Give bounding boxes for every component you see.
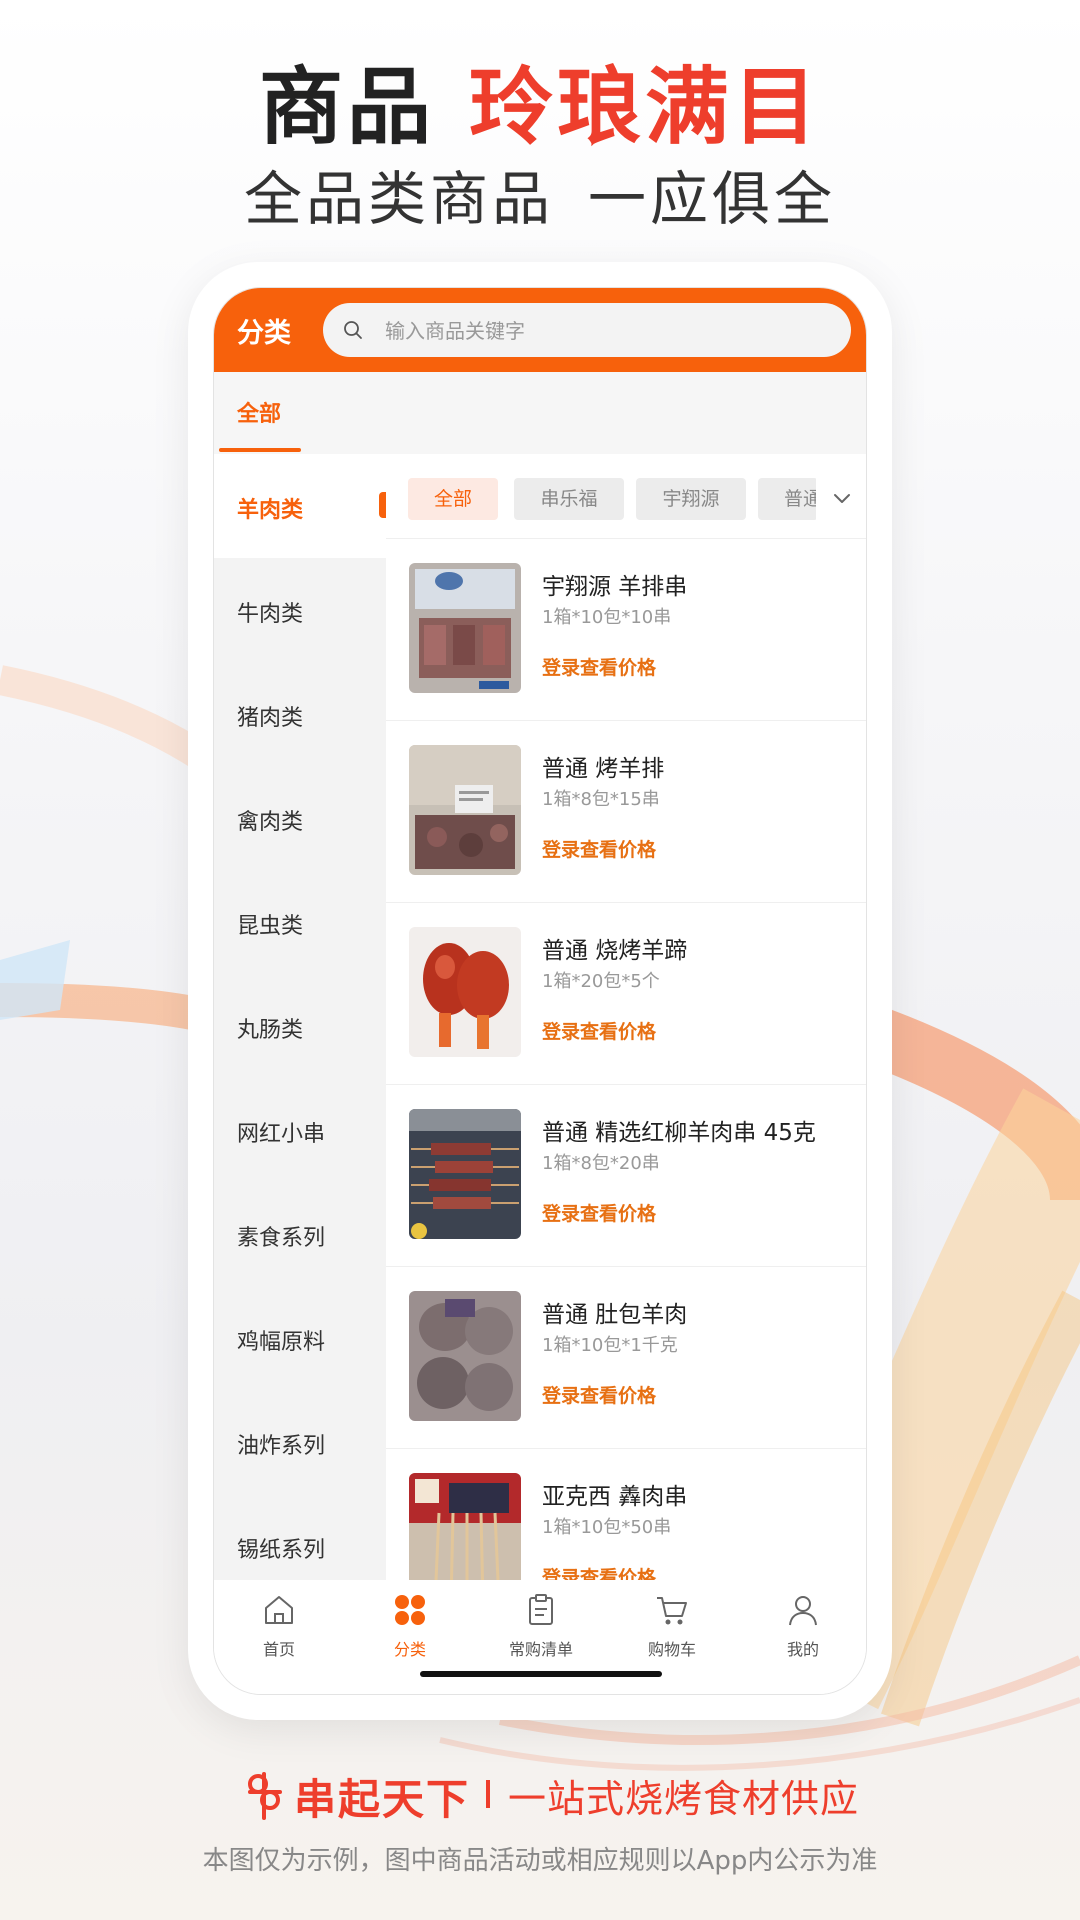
- app-header: 分类: [214, 288, 866, 372]
- category-tabs: 全部: [214, 372, 866, 454]
- promo-subline: 全品类商品 一应俱全: [0, 152, 1080, 236]
- home-icon: [265, 1596, 293, 1624]
- subline-part1: 全品类商品: [243, 165, 554, 233]
- brand-logo-icon: [248, 1772, 282, 1820]
- app-screen: 分类 全部 羊肉类 牛肉类 猪肉类 禽肉类 昆虫类 丸肠类 网红小串: [213, 287, 867, 1695]
- product-image[interactable]: [409, 563, 521, 693]
- sidebar-item-label: 锡纸系列: [237, 1538, 326, 1563]
- brand-separator: [486, 1780, 490, 1808]
- home-indicator: [420, 1671, 662, 1677]
- product-item[interactable]: 普通 精选红柳羊肉串 45克 1箱*8包*20串 登录查看价格: [386, 1084, 866, 1267]
- sidebar-item-chicken-raw[interactable]: 鸡幅原料: [214, 1286, 386, 1390]
- tab-label: 分类: [393, 1640, 426, 1659]
- category-icon: [395, 1595, 425, 1625]
- product-name: 普通 烧烤羊蹄: [542, 938, 688, 964]
- login-to-view-price[interactable]: 登录查看价格: [542, 1563, 656, 1580]
- sidebar-item-label: 猪肉类: [237, 706, 304, 731]
- headline-dark: 商品: [258, 58, 435, 156]
- list-icon: [529, 1594, 553, 1625]
- brand-line: 串起天下 一站式烧烤食材供应: [0, 1764, 1080, 1824]
- sidebar-item-label: 素食系列: [237, 1226, 326, 1251]
- sidebar-item-label: 禽肉类: [237, 810, 304, 835]
- tab-home[interactable]: 首页: [214, 1588, 344, 1668]
- product-image[interactable]: [409, 1473, 521, 1580]
- sidebar-item-label: 网红小串: [237, 1122, 326, 1147]
- product-item[interactable]: 普通 烧烤羊蹄 1箱*20包*5个 登录查看价格: [386, 902, 866, 1085]
- chip-yuxiangyuan[interactable]: 宇翔源: [636, 478, 746, 520]
- product-spec: 1箱*8包*15串: [542, 789, 660, 810]
- search-input[interactable]: [383, 303, 827, 359]
- login-to-view-price[interactable]: 登录查看价格: [542, 1017, 656, 1044]
- sidebar-item-insects[interactable]: 昆虫类: [214, 870, 386, 974]
- product-content: 全部 串乐福 宇翔源 普通: [386, 454, 866, 1580]
- product-name: 亚克西 羴肉串: [542, 1484, 688, 1510]
- user-icon: [789, 1596, 817, 1626]
- product-image[interactable]: [409, 927, 521, 1057]
- tab-profile[interactable]: 我的: [738, 1588, 866, 1668]
- product-spec: 1箱*8包*20串: [542, 1153, 660, 1174]
- product-item[interactable]: 普通 肚包羊肉 1箱*10包*1千克 登录查看价格: [386, 1266, 866, 1449]
- sidebar-item-label: 油炸系列: [237, 1434, 326, 1459]
- tab-label: 我的: [786, 1640, 819, 1659]
- tab-category[interactable]: 分类: [345, 1588, 475, 1668]
- tab-active-indicator: [219, 448, 301, 452]
- tab-all[interactable]: 全部: [237, 396, 281, 428]
- sidebar-item-lamb[interactable]: 羊肉类: [214, 454, 386, 558]
- product-spec: 1箱*10包*50串: [542, 1517, 672, 1538]
- login-to-view-price[interactable]: 登录查看价格: [542, 1381, 656, 1408]
- category-sidebar: 羊肉类 牛肉类 猪肉类 禽肉类 昆虫类 丸肠类 网红小串 素食系列 鸡幅原料 油…: [214, 454, 386, 1580]
- chevron-down-icon[interactable]: [831, 487, 853, 509]
- sidebar-item-label: 丸肠类: [237, 1018, 304, 1043]
- brand-name: 串起天下: [294, 1775, 471, 1824]
- page-title: 分类: [237, 318, 291, 349]
- product-spec: 1箱*10包*1千克: [542, 1335, 678, 1356]
- product-name: 普通 精选红柳羊肉串 45克: [542, 1120, 816, 1146]
- search-bar[interactable]: [323, 303, 851, 359]
- cart-icon: [657, 1597, 687, 1625]
- product-name: 普通 肚包羊肉: [542, 1302, 688, 1328]
- tab-cart[interactable]: 购物车: [607, 1588, 737, 1668]
- tab-label: 购物车: [647, 1640, 696, 1659]
- phone-frame: 分类 全部 羊肉类 牛肉类 猪肉类 禽肉类 昆虫类 丸肠类 网红小串: [188, 262, 892, 1720]
- sidebar-item-poultry[interactable]: 禽肉类: [214, 766, 386, 870]
- product-image[interactable]: [409, 1109, 521, 1239]
- product-spec: 1箱*20包*5个: [542, 971, 660, 992]
- sidebar-item-pork[interactable]: 猪肉类: [214, 662, 386, 766]
- login-to-view-price[interactable]: 登录查看价格: [542, 653, 656, 680]
- product-image[interactable]: [409, 1291, 521, 1421]
- sidebar-item-label: 羊肉类: [237, 498, 304, 523]
- sidebar-item-label: 鸡幅原料: [237, 1330, 326, 1355]
- tab-label: 常购清单: [508, 1640, 573, 1659]
- product-image[interactable]: [409, 745, 521, 875]
- sidebar-item-balls-sausages[interactable]: 丸肠类: [214, 974, 386, 1078]
- sidebar-item-fried[interactable]: 油炸系列: [214, 1390, 386, 1494]
- promo-headline: 商品 玲琅满目: [0, 40, 1080, 161]
- tab-frequent-list[interactable]: 常购清单: [476, 1588, 606, 1668]
- product-name: 宇翔源 羊排串: [542, 574, 688, 600]
- brand-slogan: 一站式烧烤食材供应: [508, 1777, 860, 1821]
- login-to-view-price[interactable]: 登录查看价格: [542, 1199, 656, 1226]
- chip-putong[interactable]: 普通: [758, 478, 818, 520]
- subline-part2: 一应俱全: [588, 165, 837, 233]
- disclaimer: 本图仅为示例，图中商品活动或相应规则以App内公示为准: [202, 1846, 878, 1876]
- product-name: 普通 烤羊排: [542, 756, 665, 782]
- chip-all[interactable]: 全部: [408, 478, 498, 520]
- product-spec: 1箱*10包*10串: [542, 607, 672, 628]
- sidebar-item-trending-skewers[interactable]: 网红小串: [214, 1078, 386, 1182]
- headline-red: 玲琅满目: [469, 58, 822, 156]
- search-icon: [344, 321, 362, 339]
- product-item[interactable]: 宇翔源 羊排串 1箱*10包*10串 登录查看价格: [386, 538, 866, 721]
- login-to-view-price[interactable]: 登录查看价格: [542, 835, 656, 862]
- bottom-tab-bar: 首页 分类 常购清单 购物车 我的: [214, 1580, 866, 1694]
- tab-label: 首页: [262, 1640, 295, 1659]
- sidebar-item-label: 牛肉类: [237, 602, 304, 627]
- sidebar-item-beef[interactable]: 牛肉类: [214, 558, 386, 662]
- product-item[interactable]: 亚克西 羴肉串 1箱*10包*50串 登录查看价格: [386, 1448, 866, 1580]
- brand-filter-chips: 全部 串乐福 宇翔源 普通: [386, 454, 866, 538]
- product-item[interactable]: 普通 烤羊排 1箱*8包*15串 登录查看价格: [386, 720, 866, 903]
- sidebar-item-label: 昆虫类: [237, 914, 304, 939]
- chip-chuanlefu[interactable]: 串乐福: [514, 478, 624, 520]
- sidebar-active-marker: [379, 492, 386, 518]
- sidebar-item-vegetarian[interactable]: 素食系列: [214, 1182, 386, 1286]
